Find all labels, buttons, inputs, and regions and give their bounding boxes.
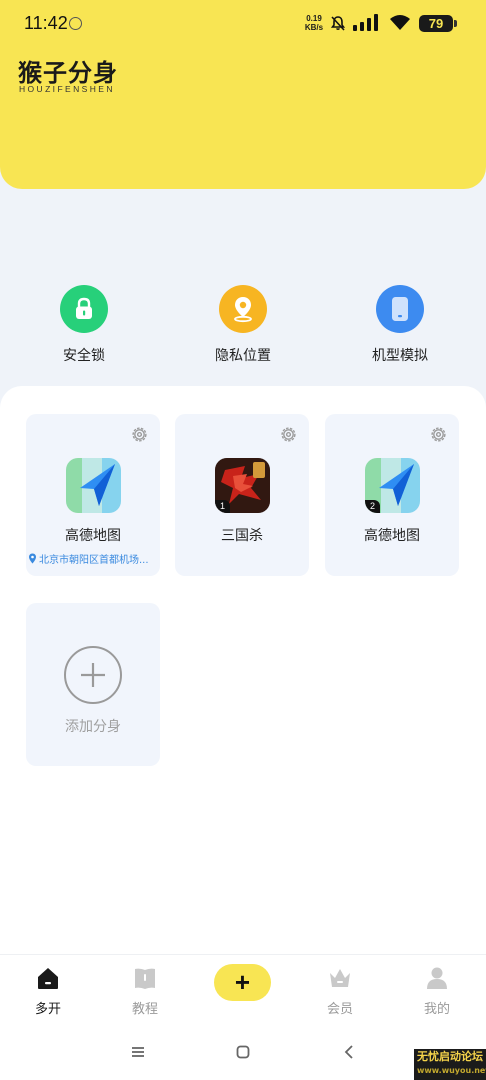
tab-label: 多开: [34, 1002, 61, 1017]
back-icon[interactable]: [342, 1044, 356, 1060]
signal-icon: [353, 14, 378, 31]
tab-label: 教程: [131, 1002, 158, 1017]
smiley-icon: [69, 17, 82, 30]
battery-indicator: 79: [419, 15, 453, 32]
battery-tip: [454, 20, 457, 27]
home-icon: [38, 968, 58, 989]
app-logo: 猴子分身: [18, 59, 118, 87]
app-card-amap-2[interactable]: 2 高德地图: [325, 414, 459, 576]
center-add-button[interactable]: +: [214, 964, 271, 1001]
tab-mine[interactable]: 我的: [407, 965, 467, 1017]
status-bar: 11:42 0.19 KB/s 79: [0, 0, 486, 46]
amap-icon: [66, 458, 121, 513]
settings-gear-icon[interactable]: [131, 426, 148, 443]
feature-security-lock[interactable]: 安全锁: [29, 285, 139, 365]
app-card-sanguosha[interactable]: 1 三国杀: [175, 414, 309, 576]
clone-badge: 2: [365, 500, 380, 513]
settings-gear-icon[interactable]: [280, 426, 297, 443]
mute-icon: [330, 16, 346, 31]
amap-icon: 2: [365, 458, 420, 513]
app-name: 三国杀: [221, 528, 263, 544]
lock-icon: [60, 285, 108, 333]
add-clone-label: 添加分身: [65, 719, 121, 735]
location-label: 北京市朝阳区首都机场...: [28, 551, 160, 567]
app-name: 高德地图: [65, 528, 121, 544]
home-square-icon[interactable]: [235, 1044, 251, 1060]
sanguosha-icon: 1: [215, 458, 270, 513]
settings-gear-icon[interactable]: [430, 426, 447, 443]
phone-icon: [376, 285, 424, 333]
clone-badge: 1: [215, 500, 230, 513]
forum-watermark: 无忧启动论坛 www.wuyou.net: [414, 1049, 486, 1080]
app-logo-subtitle: HOUZIFENSHEN: [19, 84, 115, 94]
feature-label: 机型模拟: [372, 348, 428, 364]
location-pin-icon: [219, 285, 267, 333]
network-speed: 0.19 KB/s: [304, 14, 324, 32]
feature-label: 隐私位置: [215, 348, 271, 364]
tab-membership[interactable]: 会员: [310, 965, 370, 1017]
location-pin-icon: [28, 553, 37, 567]
add-clone-button[interactable]: 添加分身: [26, 603, 160, 766]
tab-multi-open[interactable]: 多开: [18, 965, 78, 1017]
app-card-amap[interactable]: 高德地图 北京市朝阳区首都机场...: [26, 414, 160, 576]
tab-label: 我的: [423, 1002, 450, 1017]
feature-model-simulation[interactable]: 机型模拟: [345, 285, 455, 365]
status-time: 11:42: [24, 13, 68, 33]
book-icon: [135, 968, 155, 989]
feature-label: 安全锁: [63, 348, 105, 364]
tab-label: 会员: [326, 1002, 353, 1017]
feature-privacy-location[interactable]: 隐私位置: [188, 285, 298, 365]
crown-icon: [330, 969, 350, 987]
menu-icon[interactable]: [130, 1045, 146, 1059]
add-circle-icon: [64, 646, 122, 704]
wifi-icon: [390, 15, 410, 30]
person-icon: [427, 967, 447, 989]
tab-tutorial[interactable]: 教程: [115, 965, 175, 1017]
app-name: 高德地图: [364, 528, 420, 544]
